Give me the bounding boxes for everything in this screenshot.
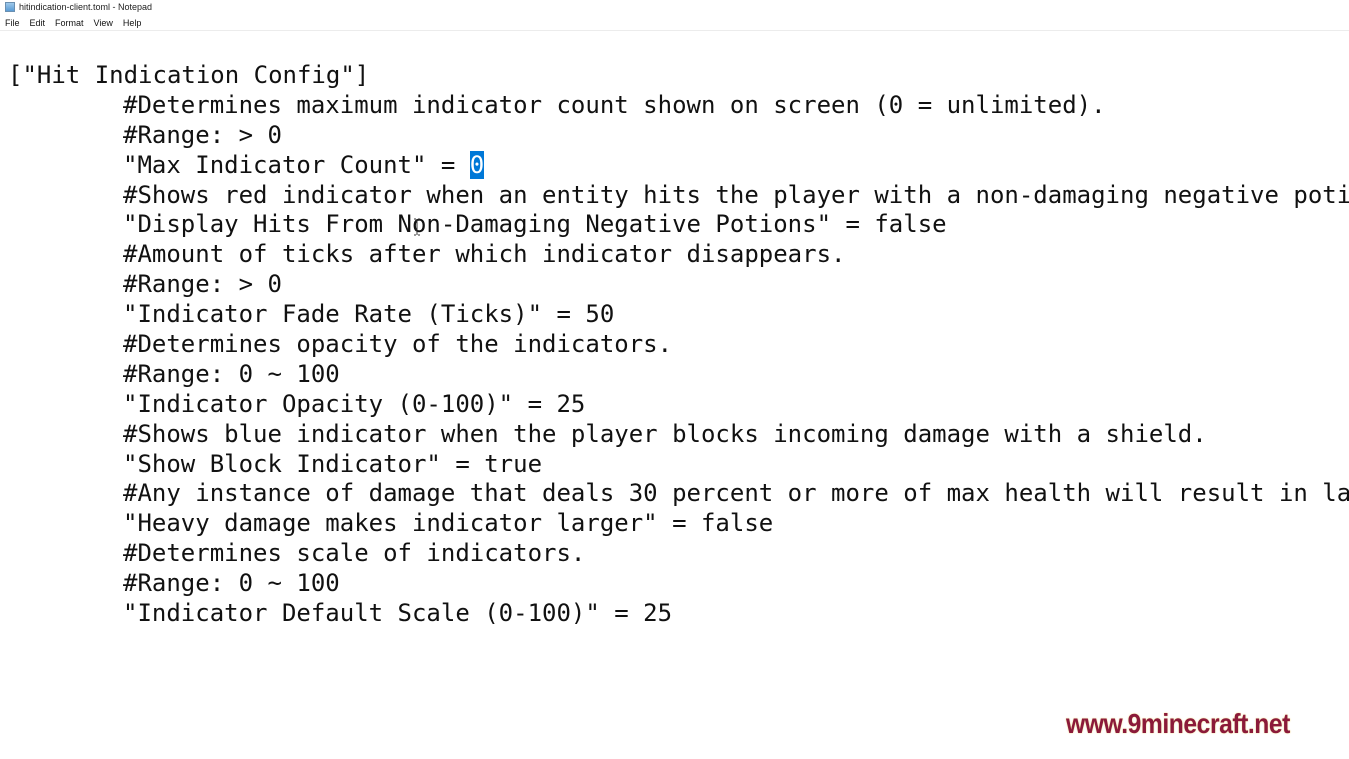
- text-line[interactable]: "Heavy damage makes indicator larger" = …: [8, 509, 1349, 539]
- line-text: "Display Hits From Non-Damaging Negative…: [123, 210, 947, 239]
- line-text: "Indicator Opacity (0-100)" = 25: [123, 389, 586, 418]
- text-line[interactable]: "Indicator Fade Rate (Ticks)" = 50: [8, 300, 1349, 330]
- menu-bar: File Edit Format View Help: [0, 15, 1349, 30]
- text-line[interactable]: #Determines maximum indicator count show…: [8, 91, 1349, 121]
- watermark: www.9minecraft.net: [1066, 708, 1290, 739]
- text-line[interactable]: #Any instance of damage that deals 30 pe…: [8, 479, 1349, 509]
- text-line[interactable]: #Determines opacity of the indicators.: [8, 330, 1349, 360]
- text-line[interactable]: #Shows red indicator when an entity hits…: [8, 181, 1349, 211]
- line-text: #Range: 0 ~ 100: [123, 359, 340, 388]
- text-editor-area[interactable]: ["Hit Indication Config"] #Determines max…: [8, 61, 1349, 759]
- ibeam-cursor-icon: [414, 218, 420, 236]
- text-line[interactable]: "Show Block Indicator" = true: [8, 450, 1349, 480]
- text-line[interactable]: "Indicator Opacity (0-100)" = 25: [8, 390, 1349, 420]
- notepad-icon: [5, 2, 15, 12]
- text-line[interactable]: #Range: 0 ~ 100: [8, 569, 1349, 599]
- text-line[interactable]: #Amount of ticks after which indicator d…: [8, 240, 1349, 270]
- text-line[interactable]: #Determines scale of indicators.: [8, 539, 1349, 569]
- line-text: #Amount of ticks after which indicator d…: [123, 240, 846, 269]
- line-text: "Indicator Default Scale (0-100)" = 25: [123, 599, 673, 628]
- selected-text[interactable]: 0: [469, 150, 485, 179]
- line-text: #Shows blue indicator when the player bl…: [123, 419, 1207, 448]
- menu-help[interactable]: Help: [118, 18, 147, 28]
- title-bar: hitindication-client.toml - Notepad: [0, 0, 1349, 14]
- line-text: #Determines maximum indicator count show…: [123, 90, 1106, 119]
- menu-view[interactable]: View: [89, 18, 118, 28]
- line-text: #Range: > 0: [123, 120, 282, 149]
- text-line[interactable]: #Range: 0 ~ 100: [8, 360, 1349, 390]
- text-line[interactable]: "Display Hits From Non-Damaging Negative…: [8, 210, 1349, 240]
- line-text: "Show Block Indicator" = true: [123, 449, 543, 478]
- line-text: #Any instance of damage that deals 30 pe…: [123, 479, 1349, 508]
- text-line[interactable]: #Shows blue indicator when the player bl…: [8, 420, 1349, 450]
- line-text: "Max Indicator Count" =: [123, 150, 470, 179]
- menu-divider: [0, 30, 1349, 31]
- menu-edit[interactable]: Edit: [25, 18, 51, 28]
- window-title: hitindication-client.toml - Notepad: [19, 2, 153, 12]
- text-line[interactable]: "Indicator Default Scale (0-100)" = 25: [8, 599, 1349, 629]
- line-text: #Range: 0 ~ 100: [123, 569, 340, 598]
- line-text: #Shows red indicator when an entity hits…: [123, 180, 1349, 209]
- line-text: #Range: > 0: [123, 270, 282, 299]
- line-text: "Indicator Fade Rate (Ticks)" = 50: [123, 300, 615, 329]
- text-line[interactable]: "Max Indicator Count" = 0: [8, 150, 1349, 181]
- text-line[interactable]: #Range: > 0: [8, 121, 1349, 151]
- line-text: ["Hit Indication Config"]: [8, 61, 370, 89]
- menu-file[interactable]: File: [0, 18, 25, 28]
- menu-format[interactable]: Format: [50, 18, 89, 28]
- line-text: #Determines scale of indicators.: [123, 539, 586, 568]
- line-text: #Determines opacity of the indicators.: [123, 330, 673, 359]
- text-line[interactable]: ["Hit Indication Config"]: [8, 61, 1349, 91]
- line-text: "Heavy damage makes indicator larger" = …: [123, 509, 774, 538]
- text-line[interactable]: #Range: > 0: [8, 270, 1349, 300]
